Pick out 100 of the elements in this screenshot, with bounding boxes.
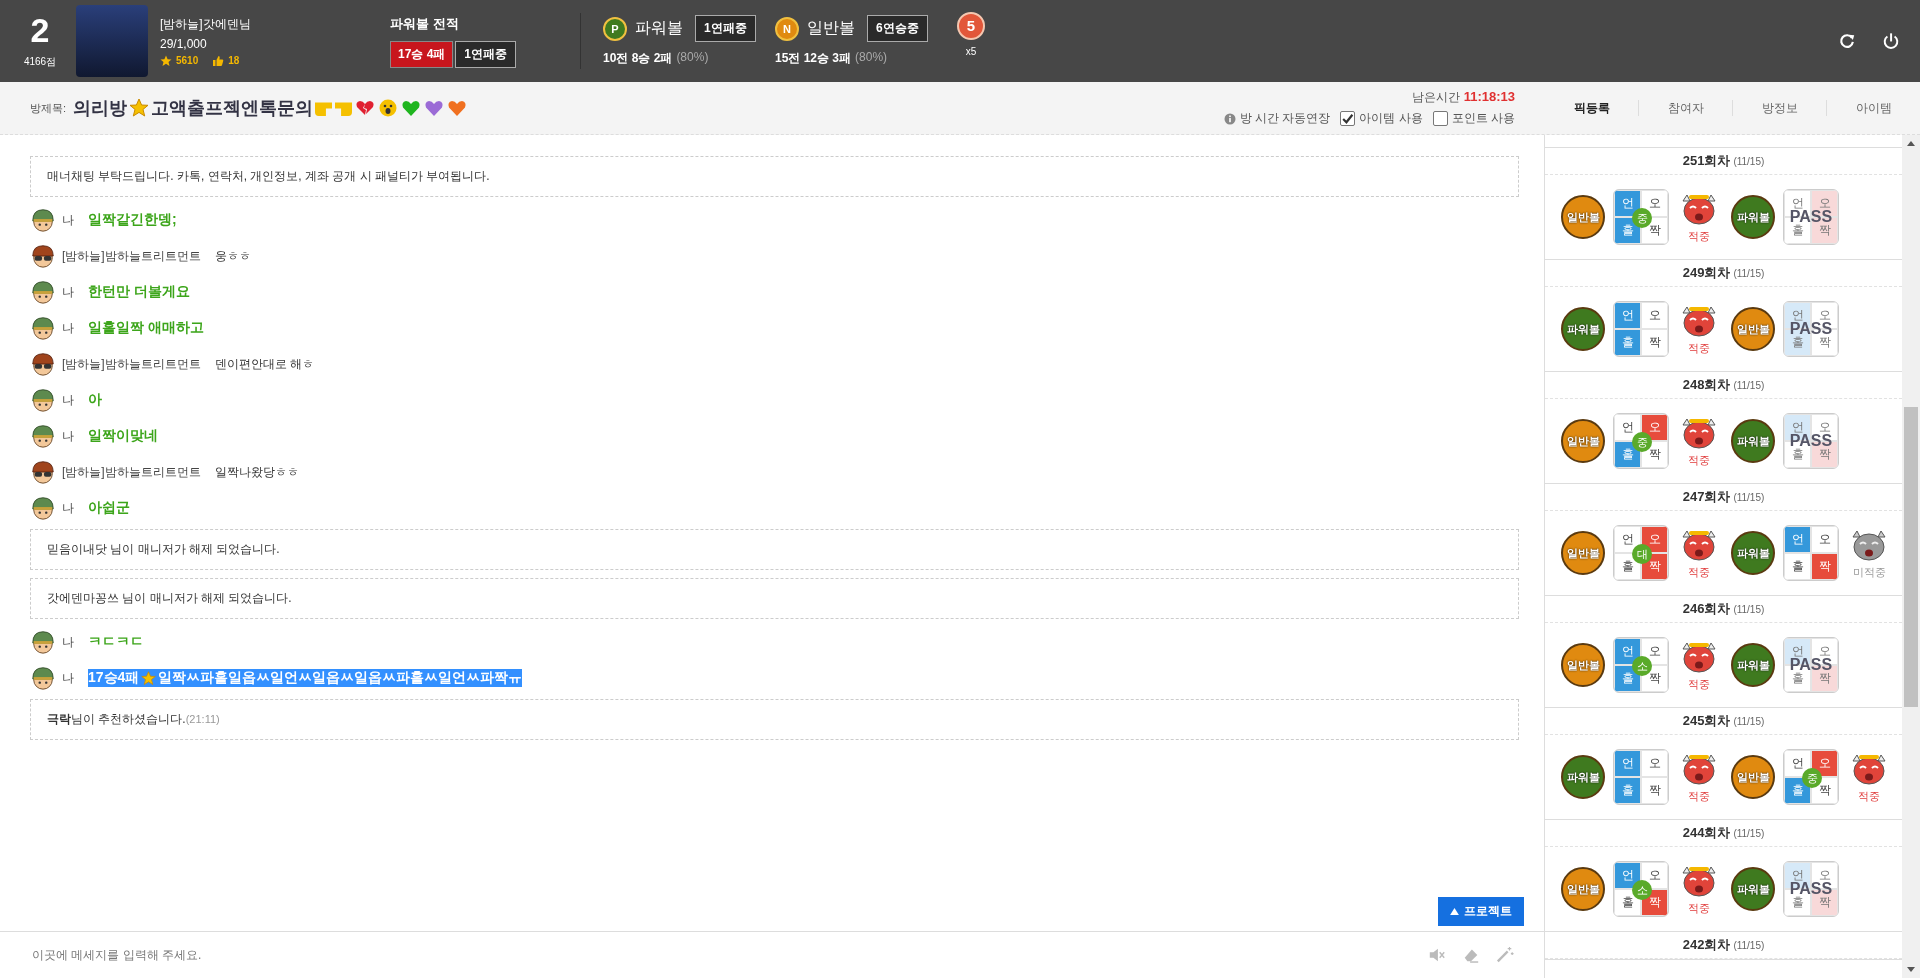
result-text: 미적중 — [1852, 564, 1886, 580]
win-rate: (80%) — [676, 50, 709, 66]
message-text: 17승4패 일짝ㅆ파홀일옵ㅆ일언ㅆ일옵ㅆ일옵ㅆ파홀ㅆ일언ㅆ파짝ㅠ — [88, 669, 523, 687]
round-date: (11/15) — [1733, 379, 1765, 391]
message-text: 일짝이맞네 — [88, 427, 158, 445]
panel-tab[interactable]: 참여자 — [1638, 100, 1732, 116]
result-text: 적중 — [1688, 228, 1710, 244]
mute-icon[interactable] — [1428, 946, 1446, 964]
record-title: 파워볼 전적 — [390, 14, 460, 33]
goggles-avatar-icon — [30, 459, 56, 485]
notice-text: 매너채팅 부탁드립니다. 카톡, 연락처, 개인정보, 계좌 공개 시 패널티가 부여됩니다. — [47, 169, 490, 183]
result-text: 적중 — [1688, 676, 1710, 692]
round-date: (11/15) — [1733, 827, 1765, 839]
notice-text: 갓에덴마꽁쓰 님이 매니저가 해제 되었습니다. — [47, 591, 292, 605]
pick-cell: 오 — [1641, 302, 1668, 329]
panel-tab[interactable]: 아이템 — [1826, 100, 1920, 116]
ball-type-badge: 일반볼 — [1561, 643, 1605, 687]
notice-text: 극락님이 추천하셨습니다.(21:11) — [47, 712, 220, 726]
scroll-down-icon[interactable] — [1907, 967, 1915, 972]
ball-type-icon: P — [603, 16, 627, 41]
pick-cell: 짝 — [1811, 553, 1838, 580]
ball-type-badge: 일반볼 — [1561, 531, 1605, 575]
exp-count: 29/1,000 — [160, 36, 208, 51]
message-text: 한턴만 더볼게요 — [88, 283, 190, 301]
helmet-avatar-icon — [30, 495, 56, 521]
streak-badge: 1연패중 — [455, 40, 517, 68]
room-title: 의리방 — [73, 97, 128, 120]
pick-cell: 언 — [1614, 750, 1641, 777]
round-date: (11/15) — [1733, 603, 1765, 615]
panel-tab[interactable]: 픽등록 — [1545, 100, 1638, 116]
message-input[interactable]: 이곳에 메세지를 입력해 주세요. — [30, 947, 1412, 963]
thumbs-up-icon — [212, 54, 225, 67]
scrollbar[interactable] — [1902, 135, 1920, 978]
pick-cell: 언 — [1614, 302, 1641, 329]
checkmark-icon — [1341, 112, 1355, 125]
sender-name: [밤하늘]밤하늘트리트먼트 — [62, 355, 201, 373]
star-icon — [160, 54, 172, 67]
sender-name: 나 — [62, 319, 74, 337]
streak-badge: 1연패중 — [695, 15, 756, 42]
sender-name: [밤하늘]밤하늘트리트먼트 — [62, 247, 201, 265]
result-text: 적중 — [1688, 564, 1710, 580]
ball-type-badge: 파워볼 — [1561, 307, 1605, 351]
heart-icon — [447, 98, 468, 118]
sender-name: 나 — [62, 427, 74, 445]
remaining-time: 11:18:13 — [1463, 89, 1515, 106]
rank-number: 2 — [30, 13, 50, 47]
option-checkbox[interactable]: 아이템 사용 — [1340, 110, 1423, 127]
sender-name: 나 — [62, 391, 74, 409]
magic-wand-icon[interactable] — [1496, 946, 1514, 964]
ball-type-badge: 일반볼 — [1731, 307, 1775, 351]
round-title: 246회차 — [1682, 600, 1731, 618]
round-title: 249회차 — [1682, 264, 1731, 282]
round-title: 245회차 — [1682, 712, 1731, 730]
ball-type-badge: 파워볼 — [1731, 643, 1775, 687]
round-date: (11/15) — [1733, 155, 1765, 167]
option-checkbox[interactable]: 포인트 사용 — [1432, 110, 1515, 127]
helmet-avatar-icon — [30, 315, 56, 341]
ball-type-badge: 일반볼 — [1561, 867, 1605, 911]
message-text: 웅ㅎㅎ — [214, 247, 251, 265]
ball-type-badge: 일반볼 — [1561, 195, 1605, 239]
pick-cell: 언 — [1784, 526, 1811, 553]
ball-type-icon: N — [775, 16, 799, 41]
round-title: 248회차 — [1682, 376, 1731, 394]
heart-icon — [424, 98, 445, 118]
power-icon[interactable] — [1882, 32, 1900, 50]
medal-count: x5 — [965, 45, 977, 57]
result-text: 적중 — [1688, 900, 1710, 916]
option-label: 방 시간 자동연장 — [1239, 110, 1331, 127]
ball-type-badge: 일반볼 — [1561, 419, 1605, 463]
ball-type-badge: 파워볼 — [1731, 419, 1775, 463]
result-text: 적중 — [1688, 340, 1710, 356]
round-date: (11/15) — [1733, 939, 1765, 951]
win-rate: (80%) — [855, 50, 888, 66]
panel-tab[interactable]: 방정보 — [1732, 100, 1826, 116]
goggles-avatar-icon — [30, 351, 56, 377]
sender-name: [밤하늘]밤하늘트리트먼트 — [62, 463, 201, 481]
helmet-avatar-icon — [30, 207, 56, 233]
ball-record: 15전 12승 3패 — [775, 50, 852, 67]
message-text: 덴이편안대로 해ㅎ — [214, 355, 314, 373]
sender-name: 나 — [62, 669, 74, 687]
helmet-avatar-icon — [30, 665, 56, 691]
scroll-thumb[interactable] — [1904, 406, 1918, 707]
room-title-label: 방제목: — [30, 100, 67, 116]
streak-badge: 6연승중 — [867, 15, 928, 42]
pick-cell: 홀 — [1784, 553, 1811, 580]
project-button[interactable]: 프로젝트 — [1438, 897, 1524, 926]
pick-cell: 홀 — [1614, 777, 1641, 804]
ball-name: 파워볼 — [635, 18, 683, 38]
ball-type-badge: 파워볼 — [1731, 531, 1775, 575]
sender-name: 나 — [62, 633, 74, 651]
caret-up-icon — [1450, 908, 1459, 915]
round-title: 242회차 — [1682, 936, 1731, 954]
result-text: 적중 — [1688, 788, 1710, 804]
scroll-up-icon[interactable] — [1907, 141, 1915, 146]
result-text: 적중 — [1858, 788, 1880, 804]
heart-icon — [401, 98, 422, 118]
message-text: ㅋㄷㅋㄷ — [88, 633, 144, 651]
refresh-icon[interactable] — [1838, 32, 1856, 50]
score-text: 4166점 — [23, 55, 57, 69]
helmet-avatar-icon — [30, 279, 56, 305]
